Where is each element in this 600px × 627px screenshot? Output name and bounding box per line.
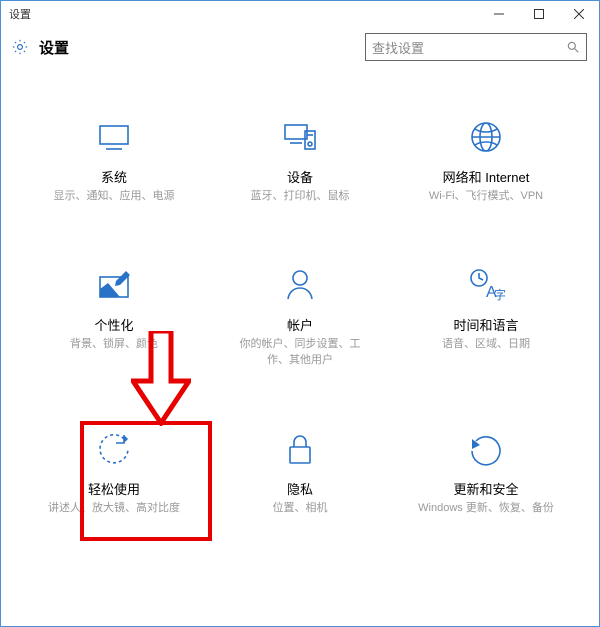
window-controls: [479, 1, 599, 27]
tile-title: 系统: [101, 167, 127, 186]
settings-window: 设置 设置 查找设置: [0, 0, 600, 627]
tile-desc: Windows 更新、恢复、备份: [418, 500, 554, 517]
maximize-button[interactable]: [519, 1, 559, 27]
tile-title: 时间和语言: [453, 315, 518, 334]
update-icon: [466, 429, 506, 469]
tile-desc: 背景、锁屏、颜色: [70, 336, 158, 353]
time-language-icon: A字: [466, 265, 506, 305]
close-button[interactable]: [559, 1, 599, 27]
tile-title: 网络和 Internet: [443, 167, 530, 186]
personalization-icon: [94, 265, 134, 305]
tile-system[interactable]: 系统 显示、通知、应用、电源: [21, 117, 207, 205]
tile-personalization[interactable]: 个性化 背景、锁屏、颜色: [21, 265, 207, 369]
tile-title: 帐户: [287, 315, 313, 334]
svg-text:字: 字: [494, 287, 506, 302]
tile-title: 更新和安全: [453, 479, 518, 498]
search-placeholder: 查找设置: [372, 38, 424, 57]
search-icon: [566, 40, 580, 54]
tile-accounts[interactable]: 帐户 你的帐户、同步设置、工作、其他用户: [207, 265, 393, 369]
tile-title: 隐私: [287, 479, 313, 498]
minimize-icon: [494, 9, 504, 19]
system-icon: [94, 117, 134, 157]
tile-title: 个性化: [94, 315, 133, 334]
tile-desc: 蓝牙、打印机、鼠标: [251, 188, 350, 205]
tile-desc: 语音、区域、日期: [442, 336, 530, 353]
tile-devices[interactable]: 设备 蓝牙、打印机、鼠标: [207, 117, 393, 205]
header: 设置 查找设置: [1, 27, 599, 67]
settings-grid: 系统 显示、通知、应用、电源 设备 蓝牙、打印机、鼠标 网络和 Internet…: [1, 67, 599, 516]
tile-desc: 你的帐户、同步设置、工作、其他用户: [230, 336, 370, 369]
page-title: 设置: [39, 37, 69, 58]
ease-of-access-icon: [94, 429, 134, 469]
tile-title: 设备: [287, 167, 313, 186]
minimize-button[interactable]: [479, 1, 519, 27]
tile-time-language[interactable]: A字 时间和语言 语音、区域、日期: [393, 265, 579, 369]
lock-icon: [280, 429, 320, 469]
globe-icon: [466, 117, 506, 157]
tile-desc: 显示、通知、应用、电源: [54, 188, 175, 205]
titlebar: 设置: [1, 1, 599, 27]
tile-desc: Wi-Fi、飞行模式、VPN: [429, 188, 543, 205]
tile-desc: 讲述人、放大镜、高对比度: [48, 500, 180, 517]
gear-icon: [11, 38, 29, 56]
close-icon: [574, 9, 584, 19]
tile-privacy[interactable]: 隐私 位置、相机: [207, 429, 393, 517]
tile-update-security[interactable]: 更新和安全 Windows 更新、恢复、备份: [393, 429, 579, 517]
tile-desc: 位置、相机: [273, 500, 328, 517]
accounts-icon: [280, 265, 320, 305]
tile-title: 轻松使用: [88, 479, 140, 498]
maximize-icon: [534, 9, 544, 19]
tile-ease-of-access[interactable]: 轻松使用 讲述人、放大镜、高对比度: [21, 429, 207, 517]
window-title: 设置: [1, 6, 31, 22]
search-input[interactable]: 查找设置: [365, 33, 587, 61]
tile-network[interactable]: 网络和 Internet Wi-Fi、飞行模式、VPN: [393, 117, 579, 205]
devices-icon: [280, 117, 320, 157]
